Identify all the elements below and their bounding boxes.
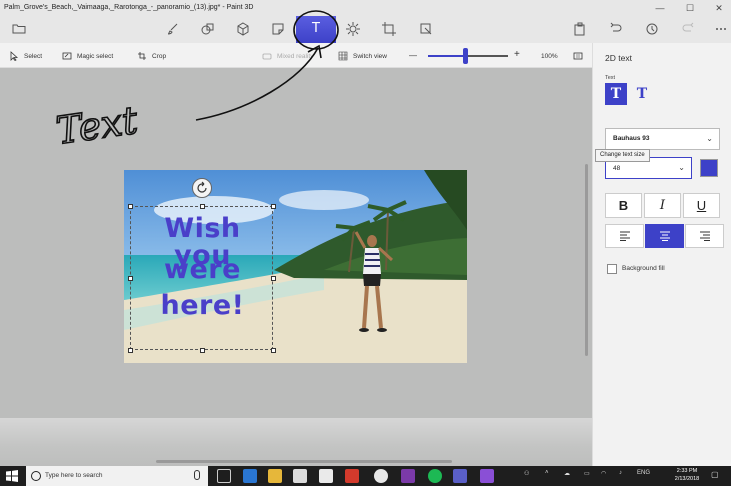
annotation-circle	[293, 10, 339, 50]
cortana-icon	[31, 471, 41, 481]
language-indicator[interactable]: ENG	[637, 470, 650, 476]
clock-date: 2/13/2018	[674, 476, 700, 482]
battery-icon[interactable]: ▭	[584, 470, 590, 477]
mail-icon[interactable]	[319, 469, 333, 483]
background-fill-checkbox[interactable]	[607, 264, 617, 274]
chevron-down-icon: ⌄	[678, 163, 685, 172]
task-view-icon[interactable]	[217, 469, 231, 483]
annotation-arrow	[195, 47, 319, 121]
onedrive-icon[interactable]: ☁	[564, 470, 570, 477]
people-icon[interactable]: ⚇	[524, 470, 529, 477]
wifi-icon[interactable]: ◠	[601, 470, 606, 477]
align-center-button[interactable]	[645, 224, 684, 248]
microphone-icon[interactable]	[194, 470, 200, 480]
text-type-label: Text	[605, 75, 616, 81]
notifications-icon[interactable]: ▢	[711, 470, 719, 479]
teams-icon[interactable]	[453, 469, 467, 483]
taskbar: Type here to search ⚇ ˄ ☁ ▭ ◠ ♪ ENG 2:33…	[0, 466, 731, 486]
taskbar-search[interactable]: Type here to search	[26, 466, 208, 486]
align-right-icon	[699, 231, 710, 241]
clock-time: 2:33 PM	[676, 468, 698, 474]
handwritten-text: Text	[53, 98, 141, 153]
spotify-icon[interactable]	[428, 469, 442, 483]
paint3d-taskbar-icon[interactable]	[480, 469, 494, 483]
font-dropdown[interactable]: Bauhaus 93 ⌄	[605, 128, 720, 150]
volume-icon[interactable]: ♪	[619, 470, 622, 476]
tooltip: Change text size	[595, 149, 650, 162]
align-left-icon	[619, 231, 630, 241]
chevron-down-icon: ⌄	[706, 134, 713, 143]
store-icon[interactable]	[293, 469, 307, 483]
italic-button[interactable]: I	[644, 193, 681, 218]
text-panel: 2D text Text T T Bauhaus 93 ⌄ 48 ⌄ Chang…	[592, 43, 731, 466]
align-left-button[interactable]	[605, 224, 644, 248]
align-center-icon	[659, 231, 670, 241]
app-icon[interactable]	[345, 469, 359, 483]
search-placeholder: Type here to search	[45, 472, 103, 479]
chrome-icon[interactable]	[374, 469, 388, 483]
windows-start-icon[interactable]	[6, 470, 18, 482]
background-fill-label: Background fill	[622, 265, 665, 272]
underline-button[interactable]: U	[683, 193, 720, 218]
edge-icon[interactable]	[243, 469, 257, 483]
file-explorer-icon[interactable]	[268, 469, 282, 483]
clock[interactable]: 2:33 PM 2/13/2018	[669, 467, 705, 483]
align-right-button[interactable]	[685, 224, 724, 248]
2d-text-button[interactable]: T	[605, 83, 627, 105]
text-color-swatch[interactable]	[700, 159, 718, 177]
size-value: 48	[613, 165, 621, 172]
onenote-icon[interactable]	[401, 469, 415, 483]
bold-button[interactable]: B	[605, 193, 642, 218]
panel-title: 2D text	[605, 53, 632, 63]
chevron-up-icon[interactable]: ˄	[545, 470, 549, 476]
font-value: Bauhaus 93	[613, 135, 650, 142]
3d-text-button[interactable]: T	[631, 83, 653, 105]
